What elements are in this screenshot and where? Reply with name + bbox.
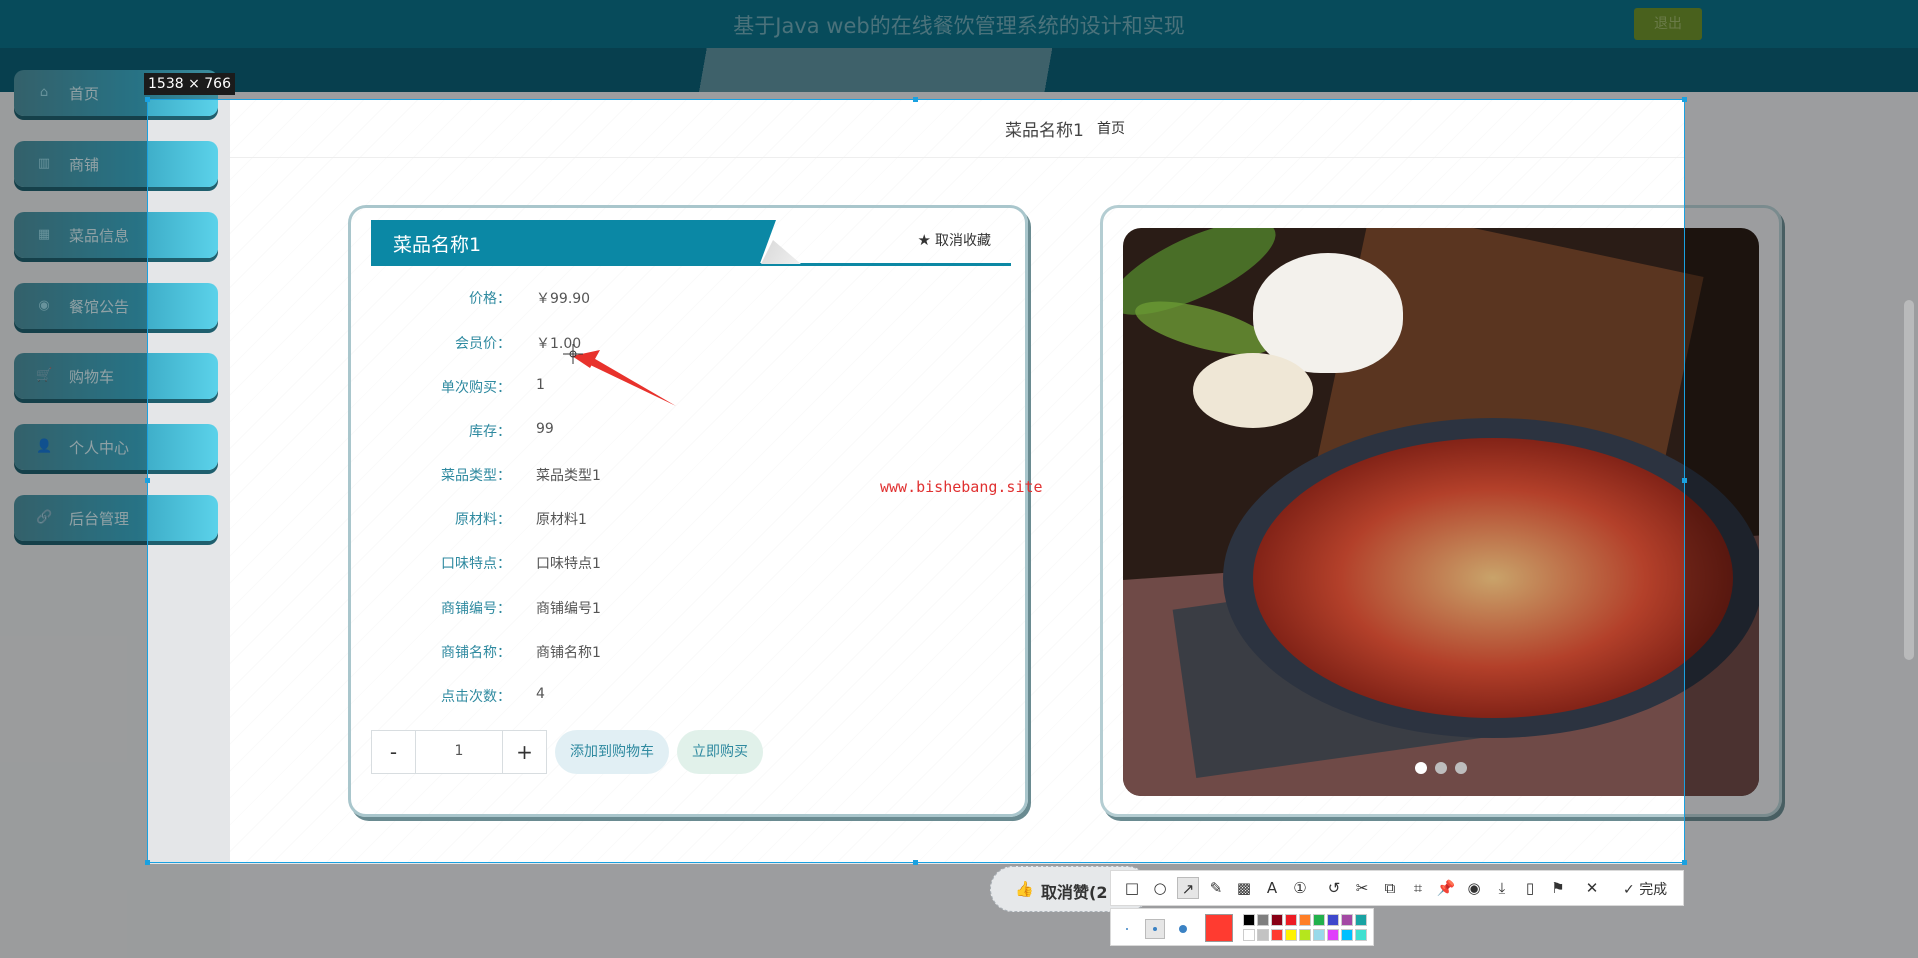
color-swatch[interactable] — [1299, 929, 1311, 941]
rectangle-icon[interactable]: □ — [1121, 877, 1143, 899]
close-icon[interactable]: ✕ — [1581, 877, 1603, 899]
resize-handle[interactable] — [145, 97, 150, 102]
scan-icon[interactable]: ⌗ — [1407, 877, 1429, 899]
color-swatch[interactable] — [1341, 914, 1353, 926]
color-swatch[interactable] — [1327, 914, 1339, 926]
capture-dim-top — [0, 0, 1918, 99]
brush-size-large[interactable] — [1173, 919, 1193, 939]
done-label: 完成 — [1639, 882, 1668, 898]
capture-size-label: 1538 × 766 — [144, 73, 235, 95]
download-icon[interactable]: ⤓ — [1491, 877, 1513, 899]
done-button[interactable]: ✓ 完成 — [1623, 879, 1667, 899]
current-color-swatch[interactable] — [1205, 914, 1233, 942]
record-icon[interactable]: ◉ — [1463, 877, 1485, 899]
bookmark-icon[interactable]: ⚑ — [1547, 877, 1569, 899]
capture-dim-left — [0, 99, 147, 864]
pen-icon[interactable]: ✎ — [1205, 877, 1227, 899]
color-swatch[interactable] — [1313, 914, 1325, 926]
color-swatch[interactable] — [1355, 914, 1367, 926]
resize-handle[interactable] — [1682, 478, 1687, 483]
undo-icon[interactable]: ↺ — [1323, 877, 1345, 899]
resize-handle[interactable] — [913, 97, 918, 102]
thumbs-up-icon: 👍 — [1015, 880, 1034, 898]
color-swatch[interactable] — [1243, 929, 1255, 941]
capture-toolbar: □ ○ ↗ ✎ ▩ A ① ↺ ✂ ⧉ ⌗ 📌 ◉ ⤓ ▯ ⚑ ✕ ✓ 完成 — [1110, 870, 1684, 906]
save-icon[interactable]: ▯ — [1519, 877, 1541, 899]
color-swatch[interactable] — [1285, 929, 1297, 941]
copy-icon[interactable]: ⧉ — [1379, 877, 1401, 899]
color-swatch[interactable] — [1271, 929, 1283, 941]
color-swatch[interactable] — [1257, 914, 1269, 926]
capture-dim-right — [1685, 99, 1918, 864]
text-icon[interactable]: A — [1261, 877, 1283, 899]
unlike-label: 取消赞(2 — [1041, 883, 1108, 902]
resize-handle[interactable] — [145, 478, 150, 483]
number-icon[interactable]: ① — [1289, 877, 1311, 899]
color-swatch[interactable] — [1271, 914, 1283, 926]
color-palette — [1110, 908, 1374, 946]
resize-handle[interactable] — [145, 860, 150, 865]
color-swatch[interactable] — [1341, 929, 1353, 941]
color-swatch[interactable] — [1313, 929, 1325, 941]
color-swatch[interactable] — [1243, 914, 1255, 926]
capture-selection[interactable] — [147, 99, 1685, 863]
color-swatch[interactable] — [1327, 929, 1339, 941]
mosaic-icon[interactable]: ▩ — [1233, 877, 1255, 899]
brush-size-small[interactable] — [1117, 919, 1137, 939]
resize-handle[interactable] — [1682, 860, 1687, 865]
color-swatch[interactable] — [1285, 914, 1297, 926]
resize-handle[interactable] — [913, 860, 918, 865]
color-swatch[interactable] — [1355, 929, 1367, 941]
brush-size-medium[interactable] — [1145, 919, 1165, 939]
ellipse-icon[interactable]: ○ — [1149, 877, 1171, 899]
color-swatch[interactable] — [1257, 929, 1269, 941]
color-swatch[interactable] — [1299, 914, 1311, 926]
arrow-icon[interactable]: ↗ — [1177, 877, 1199, 899]
page-scrollbar[interactable] — [1904, 300, 1914, 660]
cut-icon[interactable]: ✂ — [1351, 877, 1373, 899]
resize-handle[interactable] — [1682, 97, 1687, 102]
pin-icon[interactable]: 📌 — [1435, 877, 1457, 899]
